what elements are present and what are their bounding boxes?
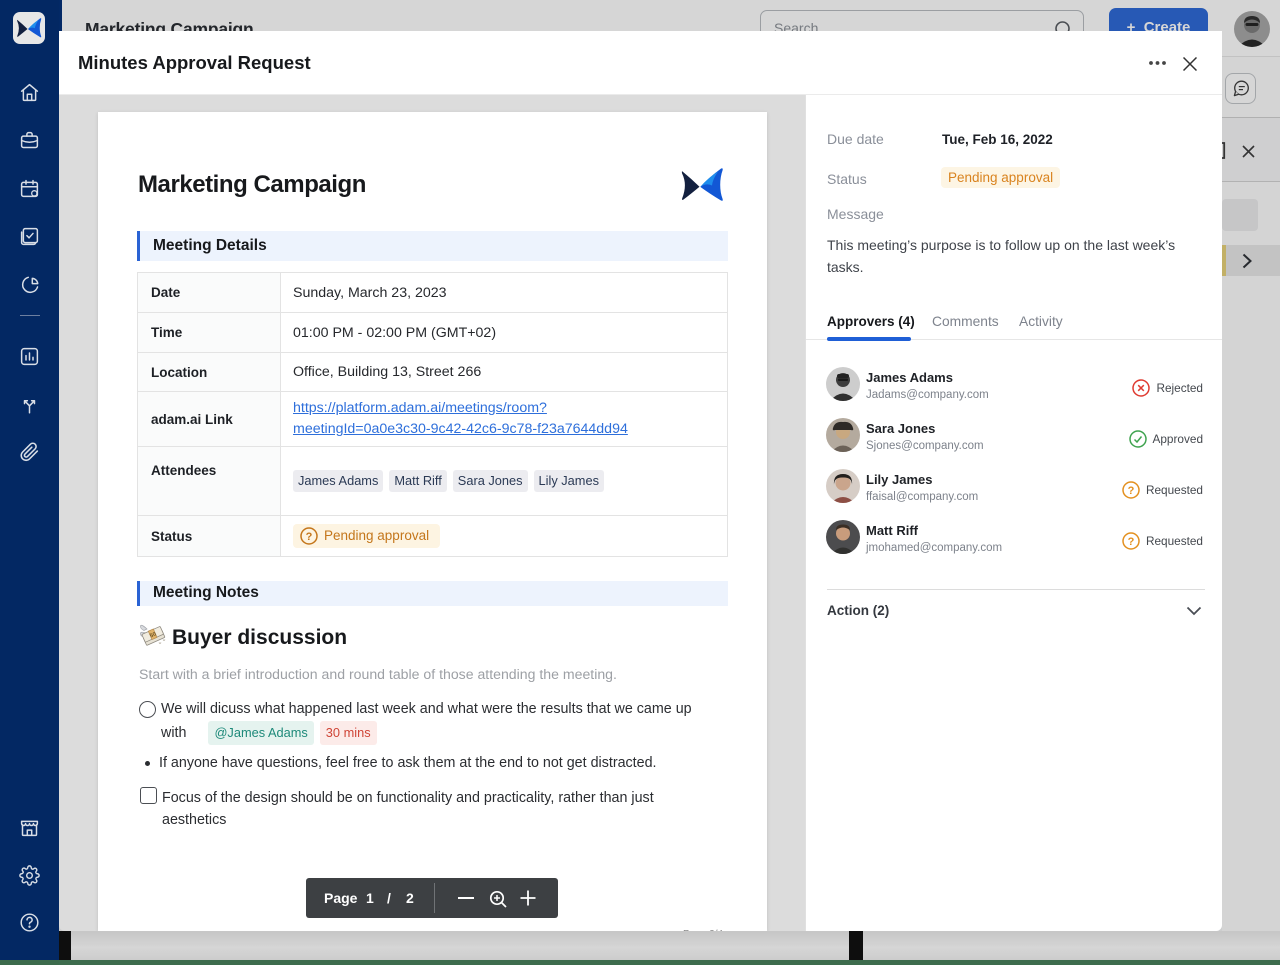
svg-text:?: ? — [306, 531, 313, 543]
svg-text:?: ? — [1128, 485, 1135, 497]
svg-text:?: ? — [1128, 536, 1135, 548]
